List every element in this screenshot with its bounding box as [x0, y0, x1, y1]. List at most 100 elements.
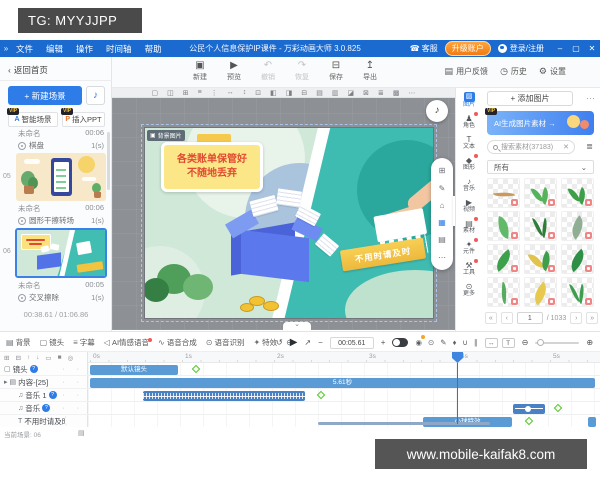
- sticker-item[interactable]: [524, 244, 557, 274]
- export-button[interactable]: ↥导出: [360, 60, 380, 82]
- expand-menu-icon[interactable]: »: [0, 44, 12, 53]
- text-track-row[interactable]: 小球特效: [88, 415, 600, 427]
- track-options[interactable]: · ·: [62, 379, 84, 386]
- prev-page-button[interactable]: ‹: [501, 312, 513, 324]
- split-icon[interactable]: ∥: [474, 338, 478, 347]
- transition-row[interactable]: 棋盘1(s): [18, 140, 104, 151]
- background-tool[interactable]: ▤背景: [6, 337, 31, 348]
- save-button[interactable]: ⊟保存: [326, 60, 346, 82]
- sticker-item[interactable]: [524, 178, 557, 208]
- lock-icon[interactable]: ⌂: [440, 201, 445, 210]
- scene-thumbnail-05[interactable]: [16, 153, 106, 201]
- new-scene-button[interactable]: + 新建场景: [8, 86, 82, 105]
- list-icon[interactable]: ≣: [378, 89, 384, 97]
- sign-text-element[interactable]: 各类账单保管好不随地丢弃: [161, 142, 263, 192]
- sticker-item[interactable]: [487, 277, 520, 307]
- timeline-hscrollbar[interactable]: [318, 422, 490, 425]
- menu-operate[interactable]: 操作: [76, 43, 93, 55]
- track-options[interactable]: · ·: [62, 366, 84, 373]
- last-page-button[interactable]: »: [586, 312, 598, 324]
- history-icon[interactable]: ↺: [276, 338, 283, 347]
- track-options[interactable]: · ·: [62, 392, 84, 399]
- folder-icon[interactable]: ⊟: [15, 354, 20, 362]
- sticker-item[interactable]: [561, 178, 594, 208]
- time-plus-button[interactable]: +: [381, 338, 386, 347]
- align-v-icon[interactable]: ↕: [243, 89, 247, 96]
- customer-service-button[interactable]: ☎客服: [410, 43, 438, 54]
- menu-file[interactable]: 文件: [16, 43, 33, 55]
- move-down-icon[interactable]: ↓: [36, 354, 39, 361]
- back-home-button[interactable]: ‹返回首页: [8, 64, 48, 76]
- scene-music-button[interactable]: ♪: [86, 86, 105, 105]
- maximize-button[interactable]: ▢: [571, 44, 581, 53]
- magnet-icon[interactable]: ∪: [462, 338, 468, 347]
- layout-icon[interactable]: ▤: [438, 235, 446, 244]
- music1-track-row[interactable]: [88, 389, 600, 402]
- text-clip-fragment[interactable]: [588, 417, 596, 427]
- clear-search-icon[interactable]: ✕: [563, 143, 569, 151]
- frame-icon[interactable]: ▭: [45, 354, 51, 362]
- cat-tool[interactable]: ⚒工具: [456, 258, 482, 279]
- content-clip[interactable]: 5.61秒: [90, 378, 595, 388]
- visibility-icon[interactable]: ◎: [68, 354, 74, 362]
- keyframe-diamond[interactable]: [317, 391, 325, 399]
- brush-icon[interactable]: ✎: [439, 184, 446, 193]
- keyframe-diamond[interactable]: [192, 365, 200, 373]
- music2-track-row[interactable]: [88, 402, 600, 415]
- pattern-icon[interactable]: ▩: [393, 89, 400, 97]
- crop-icon[interactable]: ◫: [167, 89, 174, 97]
- track-options[interactable]: · ·: [62, 405, 84, 412]
- sticker-item[interactable]: [487, 178, 520, 208]
- sticker-item[interactable]: [487, 211, 520, 241]
- close-button[interactable]: ✕: [587, 44, 597, 53]
- text-scale-icon[interactable]: T: [502, 338, 515, 348]
- page-number-input[interactable]: 1: [517, 312, 543, 324]
- category-dropdown[interactable]: 所有 ⌄: [487, 160, 594, 174]
- grid-icon[interactable]: ⊞: [183, 89, 189, 97]
- cat-material[interactable]: ▤素材: [456, 216, 482, 237]
- transition-row[interactable]: 圆形干擦转场1(s): [18, 215, 104, 226]
- tts-tool[interactable]: ∿语音合成: [158, 337, 197, 348]
- edit-icon[interactable]: ✎: [440, 338, 446, 347]
- scene-music-float-button[interactable]: ♪: [426, 100, 448, 122]
- login-button[interactable]: 登录/注册: [498, 43, 544, 54]
- camera-track-row[interactable]: 默认镜头: [88, 363, 600, 376]
- add-folder-icon[interactable]: ⊞: [4, 354, 9, 362]
- send-back-icon[interactable]: ▥: [332, 89, 339, 97]
- content-track-row[interactable]: 5.61秒: [88, 376, 600, 389]
- help-icon[interactable]: ?: [42, 404, 50, 412]
- grid-toggle-icon[interactable]: ▦: [438, 218, 446, 227]
- bring-front-icon[interactable]: ▤: [316, 89, 323, 97]
- select-icon[interactable]: ▢: [152, 89, 159, 97]
- first-page-button[interactable]: «: [485, 312, 497, 324]
- track-camera[interactable]: ▢镜头?· ·: [0, 363, 88, 376]
- more-v-icon[interactable]: ⋮: [211, 89, 218, 97]
- expander-icon[interactable]: ▸: [4, 378, 8, 386]
- snapshot-icon[interactable]: ⊙: [428, 338, 434, 347]
- history-button[interactable]: ◷历史: [500, 66, 527, 77]
- time-minus-button[interactable]: −: [318, 338, 323, 347]
- flip-icon[interactable]: ◪: [347, 89, 354, 97]
- sticker-item[interactable]: [561, 244, 594, 274]
- lock-icon[interactable]: ■: [58, 354, 62, 361]
- camera-clip[interactable]: 默认镜头: [90, 365, 178, 375]
- camera-tool[interactable]: ▢镜头: [40, 337, 65, 348]
- cat-video[interactable]: ▶视频: [456, 195, 482, 216]
- timeline-ruler[interactable]: 0s1s2s3s4s5s: [88, 352, 600, 363]
- track-options[interactable]: · ·: [65, 414, 84, 428]
- feedback-button[interactable]: ▤用户反馈: [445, 66, 489, 77]
- zoom-out-icon[interactable]: ⊖: [522, 338, 529, 347]
- play-button[interactable]: ▶: [290, 337, 298, 348]
- align-right-icon[interactable]: ◨: [286, 89, 293, 97]
- timeline-body[interactable]: 0s1s2s3s4s5s 默认镜头 5.61秒 小球特效: [88, 352, 600, 427]
- ai-voice-tool[interactable]: ◁AI情感语音: [104, 337, 149, 348]
- fit-icon[interactable]: ↗: [304, 338, 311, 347]
- align-h-icon[interactable]: ↔: [227, 89, 234, 96]
- next-page-button[interactable]: ›: [570, 312, 582, 324]
- filter-button[interactable]: ≣: [583, 141, 596, 153]
- fit-width-icon[interactable]: ↔: [485, 338, 498, 348]
- transition-row[interactable]: 交叉擦除1(s): [18, 292, 104, 303]
- fullscreen-icon[interactable]: ⊞: [439, 166, 446, 175]
- asset-search-input[interactable]: 搜索素材(37183) ✕: [487, 140, 575, 154]
- cat-character[interactable]: ♟角色: [456, 111, 482, 132]
